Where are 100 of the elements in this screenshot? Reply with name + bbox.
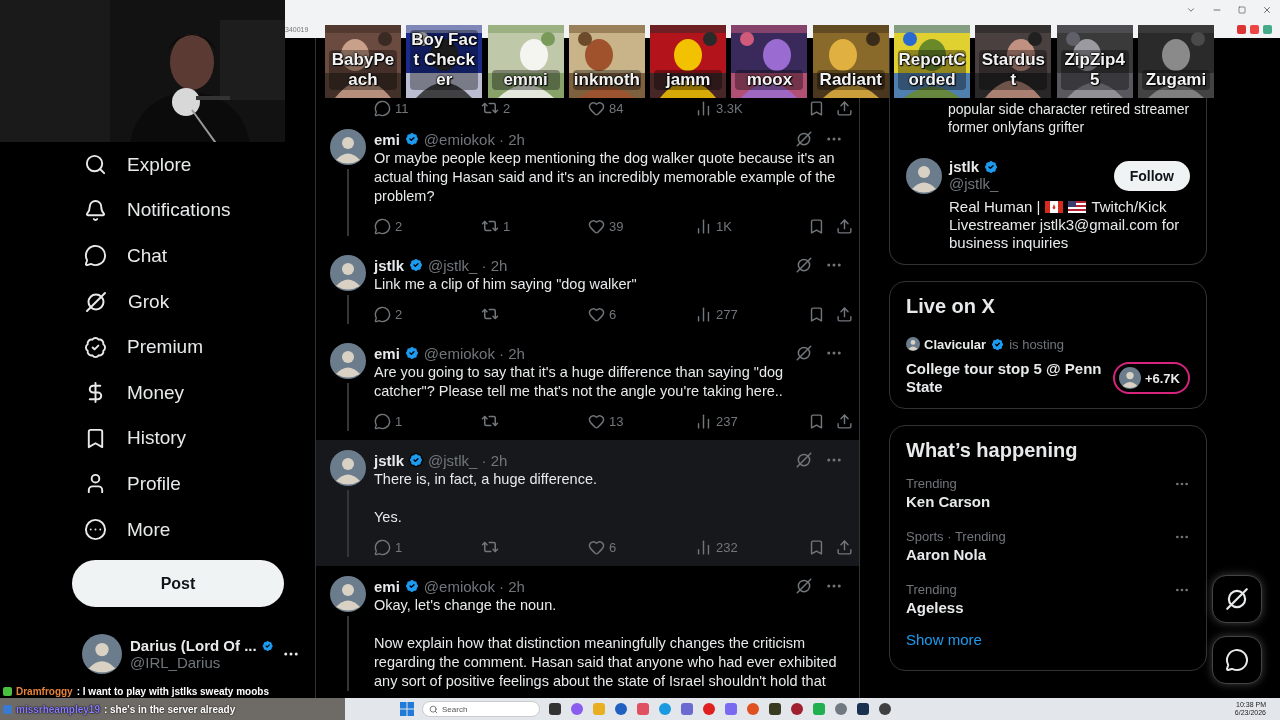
views-button[interactable]: 1K bbox=[695, 217, 808, 235]
app-icon[interactable] bbox=[790, 702, 804, 716]
chat-username: Dramfroggy bbox=[15, 686, 74, 697]
reply-icon bbox=[374, 217, 391, 235]
author-name[interactable]: jstlk bbox=[374, 451, 404, 469]
verified-icon bbox=[408, 452, 424, 468]
grok-icon bbox=[795, 130, 813, 148]
reply-button[interactable]: 1 bbox=[374, 538, 481, 556]
post-button[interactable]: Post bbox=[72, 560, 284, 608]
nav-item[interactable]: More bbox=[72, 506, 183, 553]
viewers-pill[interactable]: +6.7K bbox=[1112, 362, 1190, 394]
app-icon[interactable] bbox=[548, 702, 562, 716]
follow-button[interactable]: Follow bbox=[1113, 160, 1190, 191]
share-icon[interactable] bbox=[836, 538, 853, 556]
app-icon[interactable] bbox=[614, 702, 628, 716]
search-field[interactable]: Search bbox=[422, 701, 540, 717]
avatar bbox=[330, 255, 366, 291]
like-button[interactable]: 84 bbox=[588, 99, 695, 117]
chat-button[interactable] bbox=[1212, 636, 1262, 684]
nav-item[interactable]: Premium bbox=[72, 324, 215, 370]
bookmark-icon[interactable] bbox=[808, 99, 825, 117]
stream-title[interactable]: College tour stop 5 @ Penn State bbox=[906, 360, 1113, 396]
heart-icon bbox=[588, 99, 605, 117]
viewer-count: +6.7K bbox=[1144, 370, 1180, 386]
repost-button[interactable]: 1 bbox=[481, 217, 588, 235]
account-handle: @IRL_Darius bbox=[130, 654, 222, 672]
restore-icon[interactable] bbox=[1238, 6, 1246, 14]
trend-name[interactable]: Aaron Nola bbox=[906, 545, 1006, 565]
bar-chart-icon bbox=[695, 305, 712, 323]
share-icon[interactable] bbox=[836, 99, 853, 117]
reply-button[interactable]: 2 bbox=[374, 217, 481, 235]
avatar bbox=[330, 129, 366, 165]
bookmark-icon[interactable] bbox=[808, 538, 825, 556]
author-name[interactable]: emi bbox=[374, 130, 400, 148]
reply-button[interactable]: 11 bbox=[374, 99, 481, 117]
bio-text: Twitch/Kick bbox=[1091, 198, 1167, 216]
verified-icon bbox=[408, 257, 424, 273]
nav-item[interactable]: Grok bbox=[72, 278, 182, 325]
avatar bbox=[82, 634, 122, 675]
tile-label: emmi bbox=[491, 70, 560, 90]
bookmark-icon[interactable] bbox=[808, 217, 825, 235]
chat-bubble-icon bbox=[84, 244, 107, 268]
show-more-link[interactable]: Show more bbox=[906, 627, 1190, 658]
tweet-text: Are you going to say that it's a huge difference than saying "dog catcher"? Please tell me that's not the angle you're taking here.. bbox=[374, 363, 785, 401]
views-button[interactable]: 232 bbox=[695, 538, 808, 556]
grok-icon bbox=[1224, 586, 1250, 612]
repost-button[interactable]: 2 bbox=[481, 99, 588, 117]
views-button[interactable]: 277 bbox=[695, 305, 808, 323]
avatar bbox=[906, 158, 942, 194]
grok-icon bbox=[795, 256, 813, 274]
account-name: Darius (Lord Of ... bbox=[130, 637, 257, 655]
like-button[interactable]: 6 bbox=[588, 305, 695, 323]
nav-item[interactable]: History bbox=[72, 415, 199, 462]
close-icon[interactable] bbox=[1262, 5, 1272, 15]
tweet[interactable]: jstlk @jstlk_ · 2h There is, in fact, a huge difference. Yes. 1 6 232 bbox=[316, 440, 859, 566]
user-name[interactable]: jstlk bbox=[949, 158, 979, 175]
views-button[interactable]: 237 bbox=[695, 412, 808, 430]
heart-icon bbox=[588, 538, 605, 556]
trend-context: Trending bbox=[906, 582, 958, 598]
bookmark-icon[interactable] bbox=[808, 412, 825, 430]
host-name[interactable]: Clavicular bbox=[924, 336, 987, 352]
nav-item[interactable]: Money bbox=[72, 369, 197, 416]
heart-icon bbox=[588, 217, 605, 235]
author-name[interactable]: jstlk bbox=[374, 256, 404, 274]
app-icon[interactable] bbox=[878, 702, 892, 716]
reply-icon bbox=[374, 305, 391, 323]
nav-item[interactable]: Explore bbox=[72, 142, 204, 188]
user-handle: @jstlk_ bbox=[949, 175, 999, 192]
app-icon[interactable] bbox=[856, 702, 870, 716]
chevron-down-icon[interactable] bbox=[1186, 5, 1196, 15]
reply-icon bbox=[374, 412, 391, 430]
bookmark-icon[interactable] bbox=[808, 305, 825, 323]
like-button[interactable]: 6 bbox=[588, 538, 695, 556]
share-icon[interactable] bbox=[836, 217, 853, 235]
tile-label: Radiant bbox=[816, 70, 885, 90]
author-name[interactable]: emi bbox=[374, 577, 400, 595]
heart-icon bbox=[588, 412, 605, 430]
trend-name[interactable]: Ageless bbox=[906, 598, 964, 618]
nav-item[interactable]: Profile bbox=[72, 461, 193, 507]
trend-name[interactable]: Ken Carson bbox=[906, 492, 991, 512]
nav-item[interactable]: Notifications bbox=[72, 187, 243, 234]
share-icon[interactable] bbox=[836, 305, 853, 323]
avatar bbox=[330, 576, 366, 612]
reply-button[interactable]: 1 bbox=[374, 412, 481, 430]
nav-item[interactable]: Chat bbox=[72, 233, 180, 279]
chat-username: missrheampley19 bbox=[15, 703, 101, 715]
author-handle: @emiokok · 2h bbox=[423, 130, 525, 148]
chat-message: : she's in the server already bbox=[103, 703, 236, 715]
share-icon[interactable] bbox=[836, 412, 853, 430]
trend-context: Trending bbox=[906, 476, 958, 492]
reply-button[interactable]: 2 bbox=[374, 305, 481, 323]
like-button[interactable]: 13 bbox=[588, 412, 695, 430]
bio-text: Livestreamer jstlk3@gmail.com for business inquiries bbox=[949, 216, 1181, 252]
tile-label: ReportCorded bbox=[898, 50, 967, 90]
views-button[interactable]: 3.3K bbox=[695, 99, 808, 117]
tweet-text: Link me a clip of him saying "dog walker" bbox=[374, 275, 638, 294]
author-name[interactable]: emi bbox=[374, 344, 400, 362]
like-button[interactable]: 39 bbox=[588, 217, 695, 235]
grok-button[interactable] bbox=[1212, 575, 1262, 623]
app-icon[interactable] bbox=[768, 702, 782, 716]
